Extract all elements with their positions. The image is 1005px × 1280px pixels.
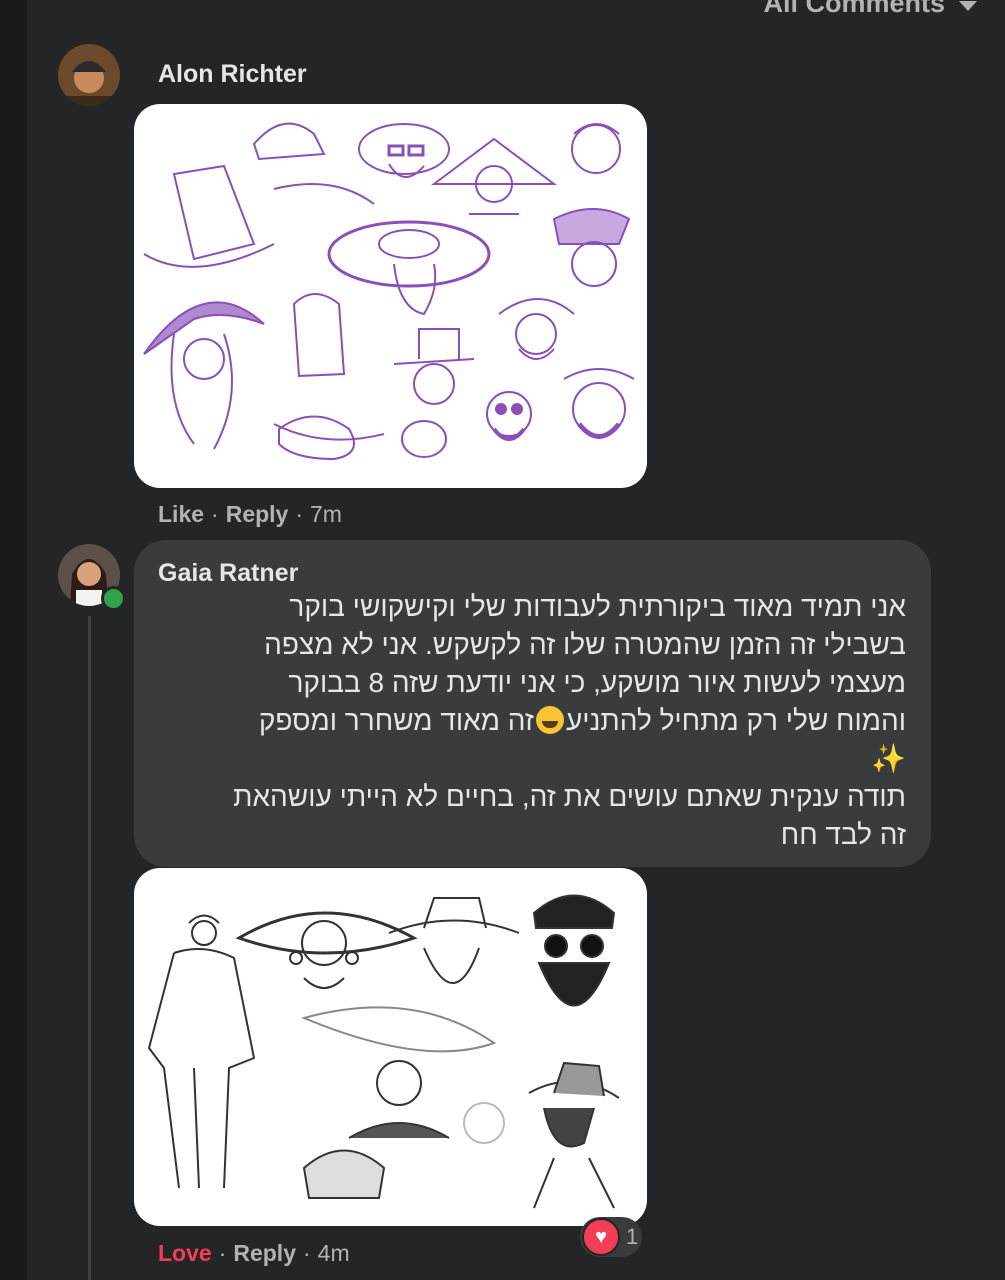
online-status-icon	[101, 586, 126, 611]
like-button[interactable]: Like	[158, 501, 204, 528]
comment-text: אני תמיד מאוד ביקורתית לעבודות שלי וקישק…	[233, 591, 906, 850]
comment-timestamp[interactable]: 4m	[318, 1240, 350, 1267]
comment-photo-figure-sketches[interactable]	[134, 868, 647, 1226]
heart-reaction-icon: ♥	[582, 1218, 620, 1256]
reaction-count: 1	[626, 1224, 639, 1249]
left-rail	[0, 0, 27, 1280]
comment-photo-hat-sketches[interactable]	[134, 104, 647, 488]
sort-comments-dropdown[interactable]: All Comments	[763, 0, 977, 19]
comment-author[interactable]: Alon Richter	[158, 60, 307, 89]
caret-down-icon	[959, 0, 977, 11]
reaction-summary[interactable]: ♥ 1	[580, 1217, 642, 1257]
sort-label: All Comments	[763, 0, 945, 18]
reply-button[interactable]: Reply	[226, 501, 289, 528]
thread-line	[88, 616, 91, 1280]
comment-actions: Like · Reply · 7m	[158, 501, 342, 528]
comment-actions: Love · Reply · 4m	[158, 1240, 350, 1267]
avatar[interactable]	[58, 44, 120, 106]
grinning-sweat-emoji-icon	[535, 706, 564, 734]
love-button[interactable]: Love	[158, 1240, 212, 1267]
comment-author[interactable]: Gaia Ratner	[158, 559, 298, 588]
comment-timestamp[interactable]: 7m	[310, 501, 342, 528]
reply-button[interactable]: Reply	[233, 1240, 296, 1267]
sparkles-emoji-icon: ✨	[871, 743, 906, 774]
